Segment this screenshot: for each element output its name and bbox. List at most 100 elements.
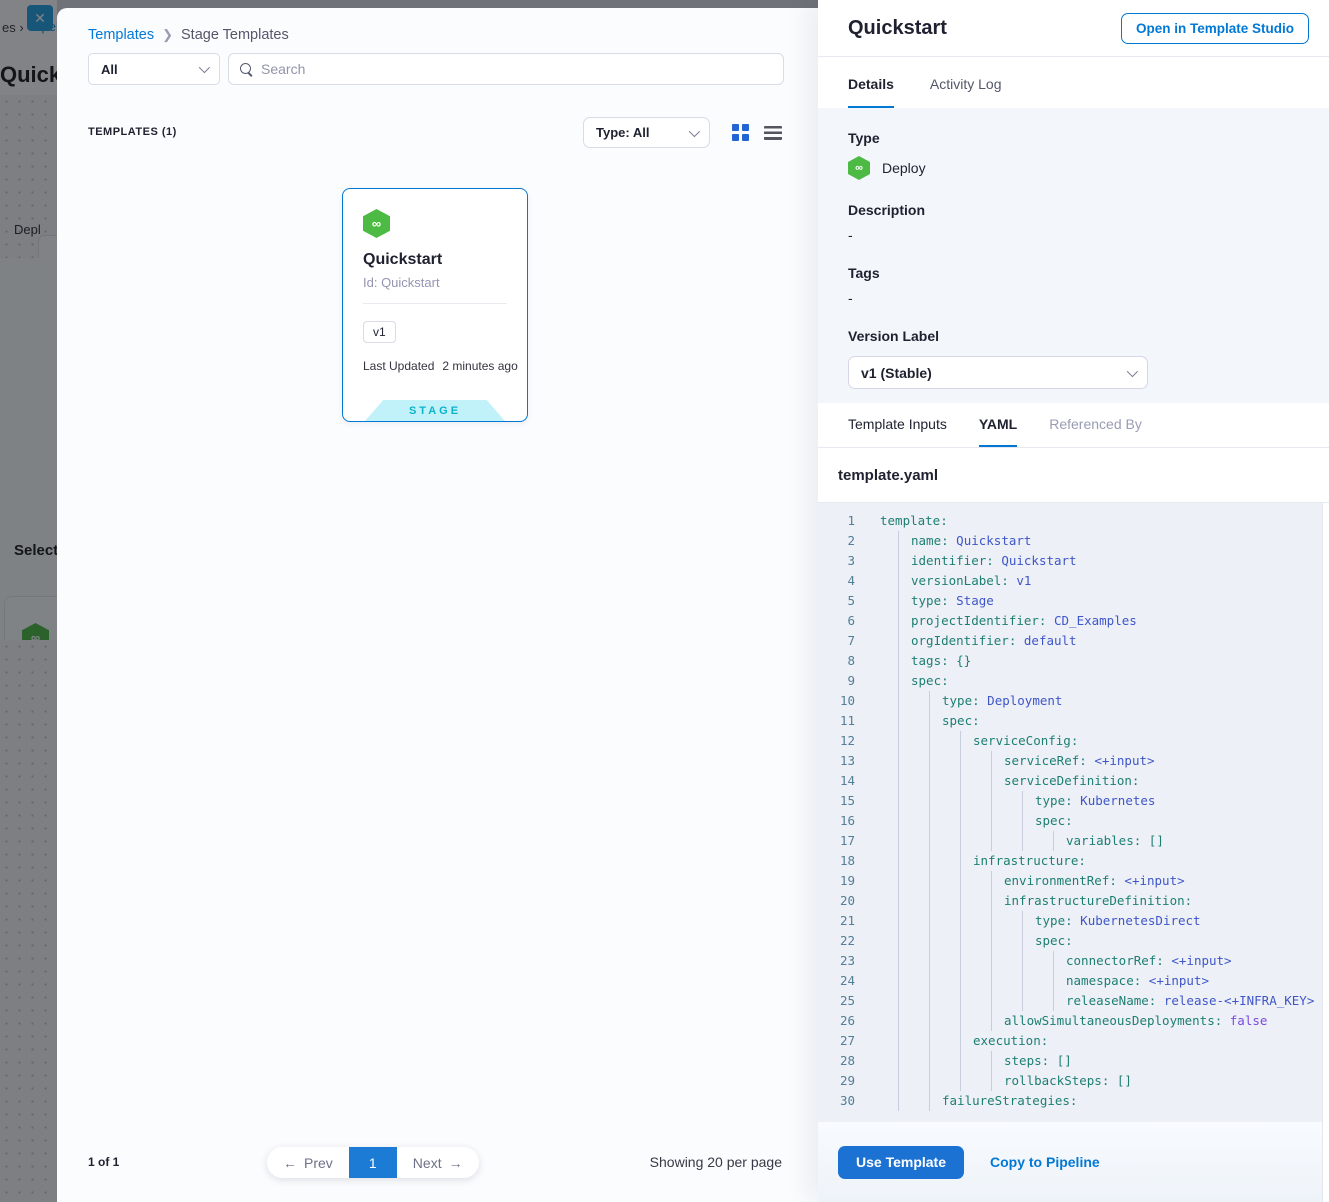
yaml-editor[interactable]: 1template:2name: Quickstart3identifier: … — [818, 503, 1329, 1122]
line-number: 18 — [818, 851, 855, 871]
code-line: 9spec: — [818, 671, 1329, 691]
code-line: 21type: KubernetesDirect — [818, 911, 1329, 931]
pagination: ← Prev 1 Next → — [267, 1147, 479, 1178]
line-number: 21 — [818, 911, 855, 931]
line-number: 3 — [818, 551, 855, 571]
code-line: 29rollbackSteps: [] — [818, 1071, 1329, 1091]
line-number: 4 — [818, 571, 855, 591]
template-details-panel: Quickstart Open in Template Studio Detai… — [818, 0, 1329, 1202]
search-input[interactable] — [261, 61, 773, 77]
description-label: Description — [848, 202, 1299, 218]
version-chip: v1 — [363, 321, 396, 343]
code-line: 25releaseName: release-<+INFRA_KEY> — [818, 991, 1329, 1011]
line-number: 29 — [818, 1071, 855, 1091]
version-select-value: v1 (Stable) — [861, 365, 932, 381]
list-view-icon[interactable] — [764, 126, 782, 140]
panel-title: Quickstart — [848, 17, 947, 40]
line-number: 26 — [818, 1011, 855, 1031]
line-number: 8 — [818, 651, 855, 671]
background-page: es › Pipel Quicks Depl Select s ∞ Deplo … — [0, 0, 57, 1202]
code-line: 1template: — [818, 511, 1329, 531]
type-label: Type — [848, 130, 1299, 146]
code-line: 22spec: — [818, 931, 1329, 951]
line-number: 19 — [818, 871, 855, 891]
template-card-quickstart[interactable]: ∞ Quickstart Id: Quickstart v1 Last Upda… — [342, 188, 528, 422]
breadcrumb-templates-link[interactable]: Templates — [88, 27, 154, 43]
code-line: 5type: Stage — [818, 591, 1329, 611]
version-select[interactable]: v1 (Stable) — [848, 356, 1148, 389]
search-box[interactable] — [228, 53, 784, 85]
type-value: Deploy — [882, 160, 926, 176]
tags-value: - — [848, 290, 1299, 306]
line-number: 14 — [818, 771, 855, 791]
yaml-file-name: template.yaml — [818, 448, 1329, 503]
line-number: 28 — [818, 1051, 855, 1071]
last-updated-value: 2 minutes ago — [442, 359, 517, 373]
code-line: 6projectIdentifier: CD_Examples — [818, 611, 1329, 631]
tab-referenced-by[interactable]: Referenced By — [1049, 403, 1142, 447]
line-number: 9 — [818, 671, 855, 691]
line-number: 13 — [818, 751, 855, 771]
code-line: 30failureStrategies: — [818, 1091, 1329, 1111]
version-label: Version Label — [848, 328, 1299, 344]
code-line: 7orgIdentifier: default — [818, 631, 1329, 651]
arrow-right-icon: → — [449, 1155, 463, 1171]
code-line: 27execution: — [818, 1031, 1329, 1051]
line-number: 20 — [818, 891, 855, 911]
chevron-down-icon — [689, 125, 700, 136]
tab-activity-log[interactable]: Activity Log — [930, 76, 1002, 108]
per-page-label: Showing 20 per page — [650, 1154, 782, 1170]
code-line: 19environmentRef: <+input> — [818, 871, 1329, 891]
line-number: 22 — [818, 931, 855, 951]
arrow-left-icon: ← — [283, 1155, 297, 1171]
line-number: 25 — [818, 991, 855, 1011]
scope-filter-select[interactable]: All — [88, 53, 220, 85]
breadcrumb: Templates ❯ Stage Templates — [88, 27, 289, 43]
modal-dim-overlay — [0, 0, 57, 1202]
chevron-right-icon: ❯ — [162, 27, 173, 43]
line-number: 17 — [818, 831, 855, 851]
code-line: 16spec: — [818, 811, 1329, 831]
type-filter-select[interactable]: Type: All — [583, 117, 710, 148]
tab-template-inputs[interactable]: Template Inputs — [848, 403, 947, 447]
template-card-id: Id: Quickstart — [363, 275, 440, 290]
line-number: 7 — [818, 631, 855, 651]
code-line: 28steps: [] — [818, 1051, 1329, 1071]
line-number: 23 — [818, 951, 855, 971]
next-page-button[interactable]: Next → — [397, 1147, 479, 1178]
line-number: 12 — [818, 731, 855, 751]
breadcrumb-current: Stage Templates — [181, 27, 289, 43]
code-line: 20infrastructureDefinition: — [818, 891, 1329, 911]
line-number: 6 — [818, 611, 855, 631]
copy-to-pipeline-link[interactable]: Copy to Pipeline — [990, 1154, 1100, 1170]
line-number: 1 — [818, 511, 855, 531]
stage-badge: STAGE — [365, 400, 505, 421]
scope-filter-value: All — [101, 62, 118, 77]
chevron-down-icon — [199, 62, 210, 73]
open-in-template-studio-button[interactable]: Open in Template Studio — [1121, 13, 1309, 44]
use-template-button[interactable]: Use Template — [838, 1146, 964, 1179]
line-number: 16 — [818, 811, 855, 831]
prev-page-button[interactable]: ← Prev — [267, 1147, 349, 1178]
code-line: 17variables: [] — [818, 831, 1329, 851]
code-line: 24namespace: <+input> — [818, 971, 1329, 991]
deploy-icon: ∞ — [363, 209, 390, 238]
tab-yaml[interactable]: YAML — [979, 403, 1017, 447]
page-summary: 1 of 1 — [88, 1155, 119, 1169]
panel-subtabs: Template Inputs YAML Referenced By — [818, 403, 1329, 448]
code-line: 13serviceRef: <+input> — [818, 751, 1329, 771]
code-line: 26allowSimultaneousDeployments: false — [818, 1011, 1329, 1031]
line-number: 15 — [818, 791, 855, 811]
page-number-button[interactable]: 1 — [349, 1147, 397, 1178]
deploy-icon: ∞ — [848, 156, 870, 180]
line-number: 5 — [818, 591, 855, 611]
scrollbar-track[interactable] — [1322, 503, 1329, 1202]
grid-view-icon[interactable] — [732, 124, 749, 141]
tab-details[interactable]: Details — [848, 76, 894, 108]
code-line: 15type: Kubernetes — [818, 791, 1329, 811]
description-value: - — [848, 227, 1299, 243]
search-icon — [239, 62, 253, 76]
line-number: 2 — [818, 531, 855, 551]
tags-label: Tags — [848, 265, 1299, 281]
chevron-down-icon — [1127, 365, 1138, 376]
